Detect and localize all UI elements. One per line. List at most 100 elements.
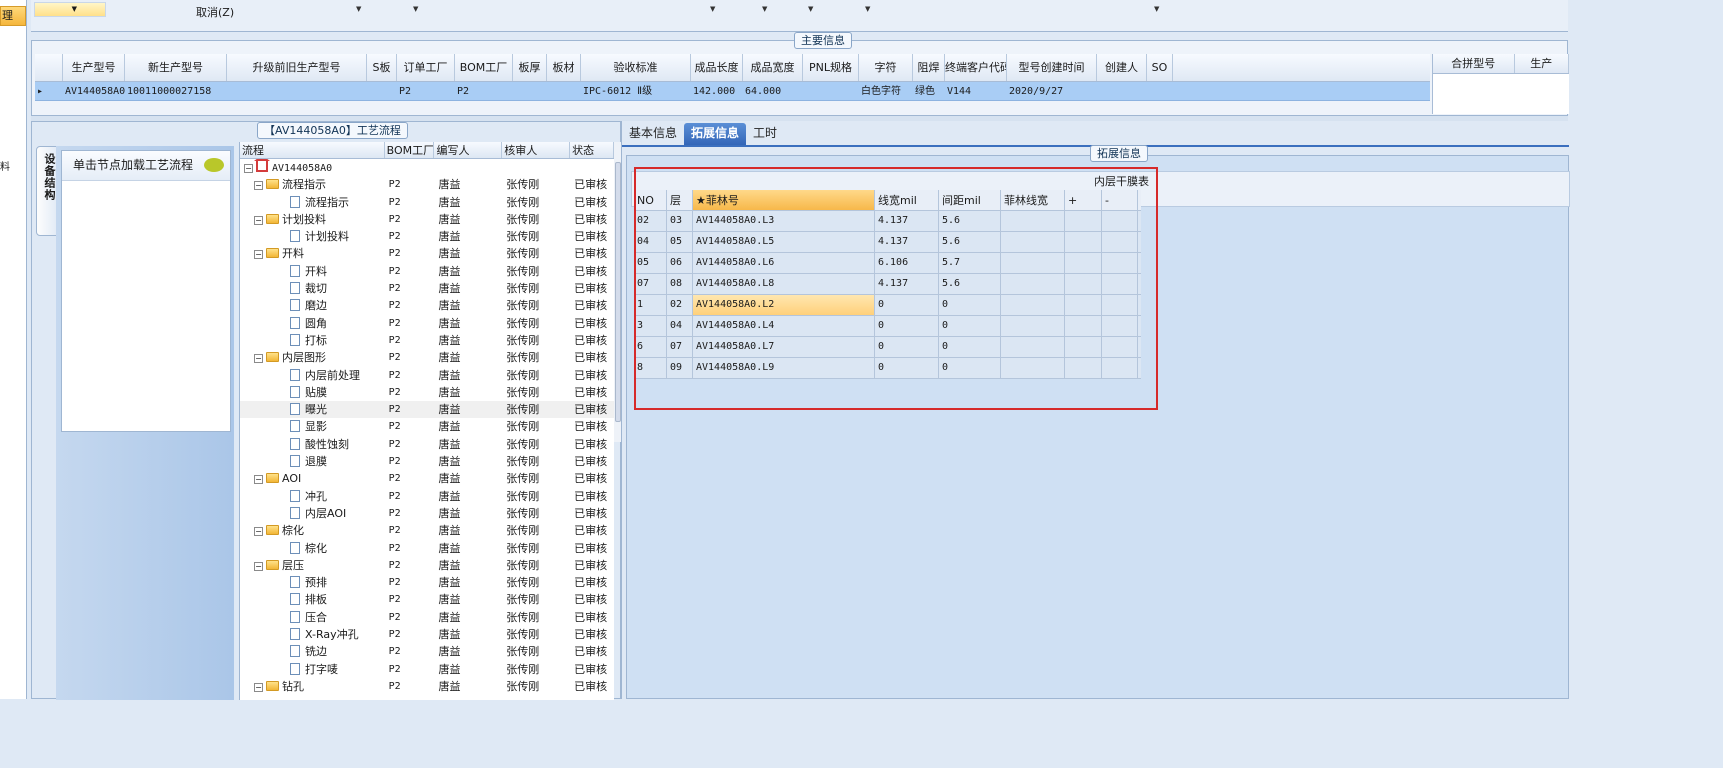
table-cell[interactable]: [1065, 316, 1102, 336]
tree-row[interactable]: 打标 P2 唐益 张传刚 已审核: [240, 332, 614, 349]
collapse-icon[interactable]: −: [254, 561, 263, 571]
tree-node[interactable]: 打标: [240, 332, 385, 349]
tree-row[interactable]: 预排 P2 唐益 张传刚 已审核: [240, 574, 614, 591]
tree-node[interactable]: 排板: [240, 591, 385, 608]
table-cell[interactable]: 0: [939, 358, 1001, 378]
tree-row[interactable]: 冲孔 P2 唐益 张传刚 已审核: [240, 488, 614, 505]
table-cell[interactable]: [227, 82, 367, 100]
chevron-down-icon[interactable]: ▼: [413, 5, 418, 13]
table-cell[interactable]: [367, 82, 397, 100]
tree-row[interactable]: 压合 P2 唐益 张传刚 已审核: [240, 609, 614, 626]
table-cell[interactable]: 0: [939, 316, 1001, 336]
table-cell[interactable]: [1065, 295, 1102, 315]
collapse-icon[interactable]: −: [254, 215, 263, 225]
tree-row[interactable]: − 钻孔 P2 唐益 张传刚 已审核: [240, 678, 614, 695]
tree-node[interactable]: − 层压: [240, 557, 385, 574]
table-cell[interactable]: 1: [634, 295, 667, 315]
tree-node[interactable]: 圆角: [240, 315, 385, 332]
tree-row[interactable]: 打字唛 P2 唐益 张传刚 已审核: [240, 661, 614, 678]
table-row[interactable]: 8 09 AV144058A0.L9 0 0: [634, 358, 1141, 379]
tab-extended-info[interactable]: 拓展信息: [684, 123, 747, 145]
tree-node[interactable]: − 内层图形: [240, 349, 385, 366]
tree-row[interactable]: 开料 P2 唐益 张传刚 已审核: [240, 263, 614, 280]
tree-node[interactable]: 磨边: [240, 297, 385, 314]
table-cell[interactable]: 05: [667, 232, 693, 252]
tree-node[interactable]: 打字唛: [240, 661, 385, 678]
chevron-down-icon[interactable]: ▼: [710, 5, 715, 13]
column-header[interactable]: 核审人: [502, 142, 571, 158]
tree-node[interactable]: 裁切: [240, 280, 385, 297]
tree-node[interactable]: − AV144058A0: [240, 159, 385, 176]
tree-node[interactable]: 铣边: [240, 643, 385, 660]
column-header[interactable]: 编写人: [434, 142, 503, 158]
tab-work-hours[interactable]: 工时: [746, 123, 784, 145]
table-cell[interactable]: AV144058A0.L6: [693, 253, 875, 273]
table-cell[interactable]: 6.106: [875, 253, 939, 273]
collapse-icon[interactable]: −: [244, 164, 253, 173]
table-cell[interactable]: [1102, 337, 1138, 357]
column-header[interactable]: 间距mil: [939, 190, 1001, 210]
column-header[interactable]: 流程: [240, 142, 385, 158]
tree-node[interactable]: 计划投料: [240, 228, 385, 245]
collapse-icon[interactable]: −: [254, 527, 263, 537]
table-cell[interactable]: 08: [667, 274, 693, 294]
tree-row[interactable]: 排板 P2 唐益 张传刚 已审核: [240, 591, 614, 608]
tree-node[interactable]: − AOI: [240, 470, 385, 487]
collapse-icon[interactable]: −: [254, 354, 263, 364]
table-cell[interactable]: 04: [667, 316, 693, 336]
nav-selected-item[interactable]: 理: [0, 6, 26, 26]
table-cell[interactable]: 4.137: [875, 211, 939, 231]
column-header[interactable]: BOM工厂: [385, 142, 435, 158]
column-header[interactable]: BOM工厂: [455, 54, 513, 81]
tree-node[interactable]: 压合: [240, 609, 385, 626]
column-header[interactable]: 阻焊: [913, 54, 945, 81]
table-cell[interactable]: [1065, 274, 1102, 294]
table-cell[interactable]: [1102, 358, 1138, 378]
table-cell[interactable]: [1102, 253, 1138, 273]
table-cell[interactable]: 04: [634, 232, 667, 252]
tree-node[interactable]: − 计划投料: [240, 211, 385, 228]
table-cell[interactable]: P2: [455, 82, 513, 100]
tree-row[interactable]: 酸性蚀刻 P2 唐益 张传刚 已审核: [240, 436, 614, 453]
tree-node[interactable]: − 流程指示: [240, 176, 385, 193]
tree-node[interactable]: 贴膜: [240, 384, 385, 401]
table-cell[interactable]: 0: [875, 337, 939, 357]
table-cell[interactable]: 07: [667, 337, 693, 357]
column-header[interactable]: 菲林线宽: [1001, 190, 1065, 210]
table-cell[interactable]: 09: [667, 358, 693, 378]
table-cell[interactable]: AV144058A0: [63, 82, 125, 100]
tab-basic-info[interactable]: 基本信息: [622, 123, 684, 145]
table-cell[interactable]: 10011000027158: [125, 82, 227, 100]
table-cell[interactable]: [1102, 274, 1138, 294]
table-cell[interactable]: 5.7: [939, 253, 1001, 273]
column-header[interactable]: 字符: [859, 54, 913, 81]
table-cell[interactable]: [1065, 337, 1102, 357]
tree-row[interactable]: − 流程指示 P2 唐益 张传刚 已审核: [240, 176, 614, 193]
tree-row[interactable]: 内层前处理 P2 唐益 张传刚 已审核: [240, 367, 614, 384]
collapse-icon[interactable]: −: [254, 250, 263, 260]
table-cell[interactable]: [1065, 358, 1102, 378]
tree-row[interactable]: 磨边 P2 唐益 张传刚 已审核: [240, 297, 614, 314]
table-cell[interactable]: [1102, 316, 1138, 336]
table-cell[interactable]: [1065, 211, 1102, 231]
column-header[interactable]: 成品长度: [691, 54, 743, 81]
table-cell[interactable]: 03: [667, 211, 693, 231]
table-cell[interactable]: [1102, 211, 1138, 231]
tree-row[interactable]: 圆角 P2 唐益 张传刚 已审核: [240, 315, 614, 332]
table-cell[interactable]: 2020/9/27: [1007, 82, 1097, 100]
table-cell[interactable]: 0: [875, 358, 939, 378]
table-cell[interactable]: [1001, 358, 1065, 378]
tree-row[interactable]: 贴膜 P2 唐益 张传刚 已审核: [240, 384, 614, 401]
table-cell[interactable]: [1001, 253, 1065, 273]
tree-node[interactable]: 预排: [240, 574, 385, 591]
tree-node[interactable]: 酸性蚀刻: [240, 436, 385, 453]
table-cell[interactable]: IPC-6012 Ⅱ级: [581, 82, 691, 100]
tree-row[interactable]: − 层压 P2 唐益 张传刚 已审核: [240, 557, 614, 574]
column-header[interactable]: 验收标准: [581, 54, 691, 81]
tree-row[interactable]: 流程指示 P2 唐益 张传刚 已审核: [240, 194, 614, 211]
toolbar-dropdown[interactable]: ▼: [34, 2, 106, 17]
tree-row[interactable]: 退膜 P2 唐益 张传刚 已审核: [240, 453, 614, 470]
column-header[interactable]: 层: [667, 190, 693, 210]
table-cell[interactable]: [1001, 337, 1065, 357]
tree-node[interactable]: 退膜: [240, 453, 385, 470]
